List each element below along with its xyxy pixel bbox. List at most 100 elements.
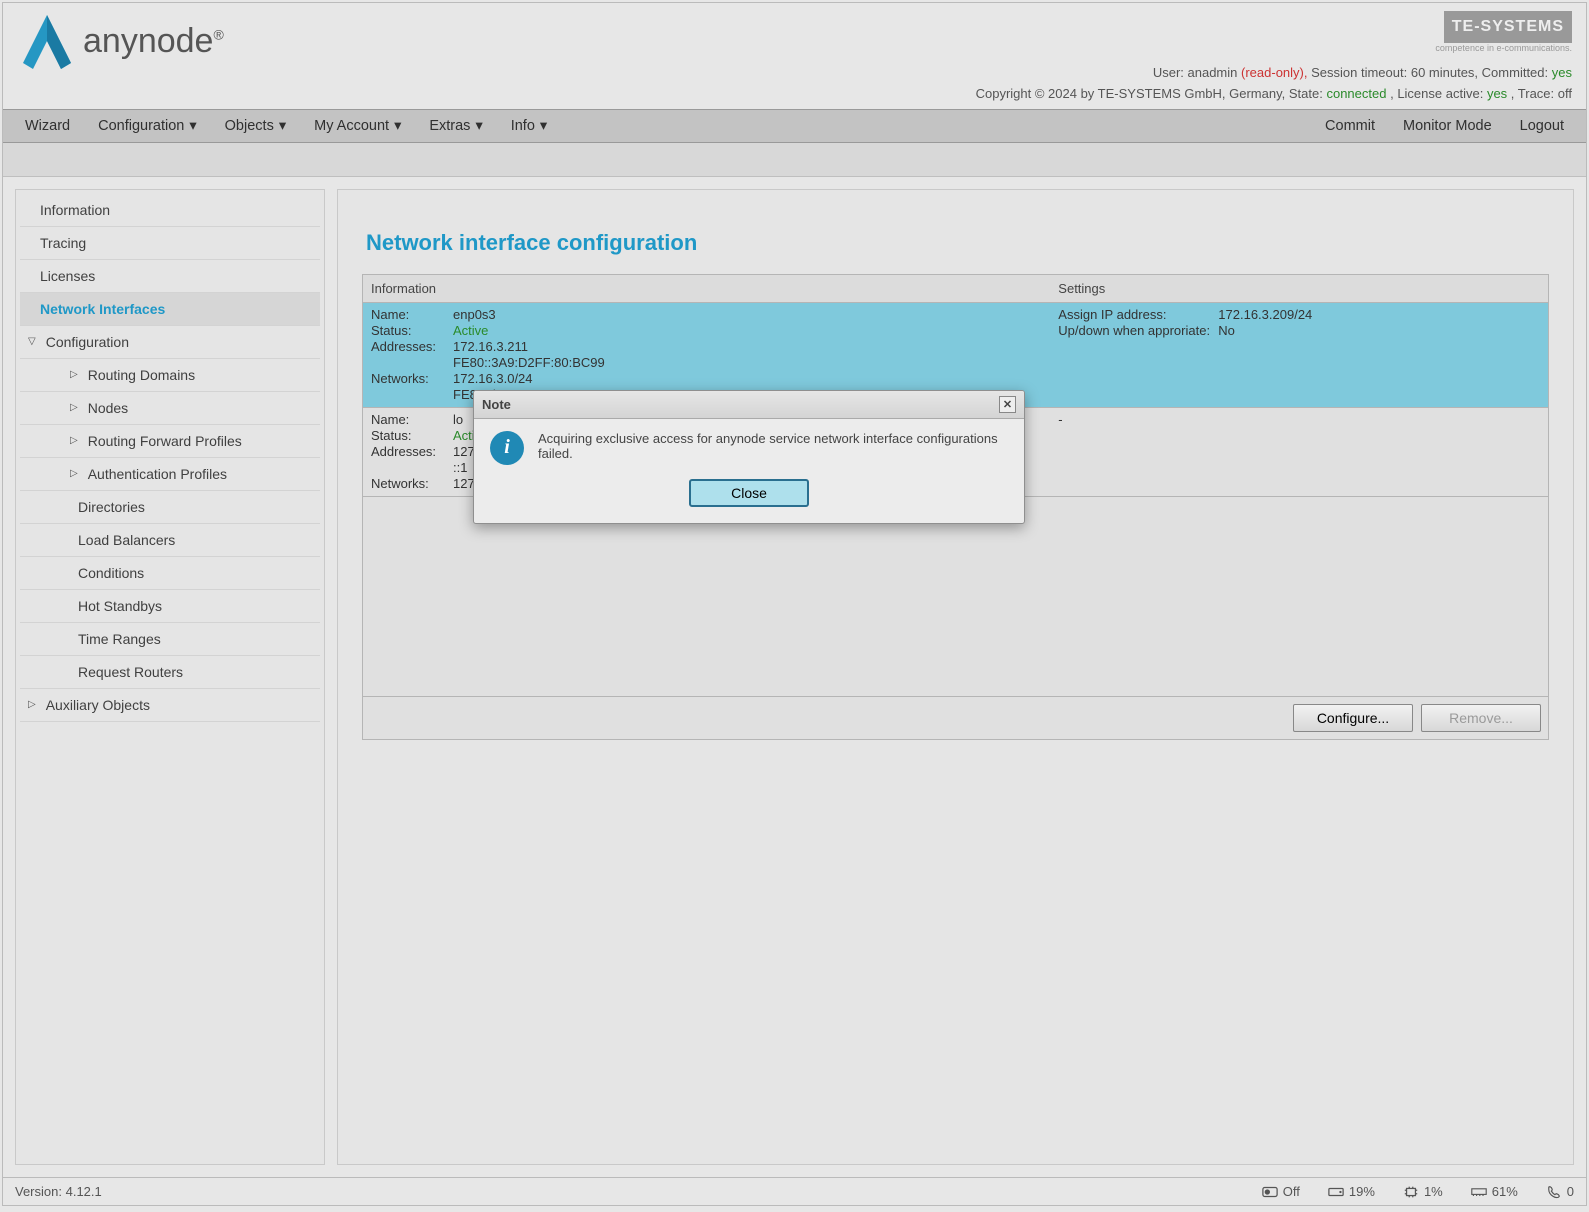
trace-label: , Trace: (1511, 86, 1554, 101)
caret-down-icon: ▾ (189, 118, 196, 134)
cpu-icon (1403, 1185, 1419, 1199)
committed-value: yes (1552, 65, 1572, 80)
remove-button[interactable]: Remove... (1421, 704, 1541, 732)
note-dialog: Note ✕ i Acquiring exclusive access for … (473, 390, 1025, 524)
menu-wizard[interactable]: Wizard (11, 110, 84, 142)
committed-label: Committed: (1482, 65, 1548, 80)
table-empty-area (363, 497, 1548, 697)
sidebar-item-auth-profiles[interactable]: ▷Authentication Profiles (20, 458, 320, 491)
sidebar-item-request-routers[interactable]: Request Routers (20, 656, 320, 689)
sidebar-item-information[interactable]: Information (20, 194, 320, 227)
session-value: 60 minutes, (1411, 65, 1478, 80)
sidebar-item-load-balancers[interactable]: Load Balancers (20, 524, 320, 557)
page-title: Network interface configuration (366, 230, 1549, 256)
menu-extras[interactable]: Extras▾ (415, 110, 496, 142)
triangle-down-icon: ▽ (28, 336, 36, 347)
status-disk: 19% (1328, 1184, 1375, 1199)
content-area: Information Tracing Licenses Network Int… (3, 177, 1586, 1177)
status-cpu: 1% (1403, 1184, 1443, 1199)
sidebar-item-licenses[interactable]: Licenses (20, 260, 320, 293)
menu-monitor[interactable]: Monitor Mode (1389, 110, 1506, 142)
col-header-information: Information (363, 275, 1050, 302)
triangle-right-icon: ▷ (28, 699, 36, 710)
disk-icon (1328, 1185, 1344, 1199)
label-assign: Assign IP address: (1058, 307, 1218, 322)
configure-button[interactable]: Configure... (1293, 704, 1413, 732)
lic-label: , License active: (1390, 86, 1483, 101)
close-button[interactable]: Close (689, 479, 809, 507)
dialog-message: Acquiring exclusive access for anynode s… (538, 431, 1008, 461)
triangle-right-icon: ▷ (70, 468, 78, 479)
menu-objects[interactable]: Objects▾ (211, 110, 300, 142)
logo-area: anynode® (17, 11, 224, 71)
label-updown: Up/down when approriate: (1058, 323, 1218, 338)
status-memory: 61% (1471, 1184, 1518, 1199)
close-icon[interactable]: ✕ (999, 396, 1016, 413)
label-name: Name: (371, 307, 453, 322)
caret-down-icon: ▾ (475, 118, 482, 134)
caret-down-icon: ▾ (279, 118, 286, 134)
sidebar-item-aux-objects[interactable]: ▷Auxiliary Objects (20, 689, 320, 722)
triangle-right-icon: ▷ (70, 402, 78, 413)
value-name: enp0s3 (453, 307, 496, 322)
main-panel: Network interface configuration Informat… (337, 189, 1574, 1165)
status-trace: Off (1262, 1184, 1300, 1199)
lic-value: yes (1487, 86, 1507, 101)
sidebar-item-configuration[interactable]: ▽Configuration (20, 326, 320, 359)
value-address2: FE80::3A9:D2FF:80:BC99 (453, 355, 605, 370)
value-settings-none: - (1058, 412, 1540, 427)
value-assign: 172.16.3.209/24 (1218, 307, 1312, 322)
state-value: connected (1326, 86, 1386, 101)
label-status: Status: (371, 428, 453, 443)
menu-commit[interactable]: Commit (1311, 110, 1389, 142)
label-addresses: Addresses: (371, 444, 453, 459)
user-label: User: (1153, 65, 1184, 80)
label-networks: Networks: (371, 476, 453, 491)
triangle-right-icon: ▷ (70, 435, 78, 446)
value-address1: 172.16.3.211 (453, 339, 528, 354)
value-name: lo (453, 412, 463, 427)
menubar: Wizard Configuration▾ Objects▾ My Accoun… (3, 109, 1586, 143)
sidebar-item-tracing[interactable]: Tracing (20, 227, 320, 260)
caret-down-icon: ▾ (540, 118, 547, 134)
version-label: Version: (15, 1184, 62, 1199)
logo-text: anynode® (83, 22, 224, 61)
value-updown: No (1218, 323, 1235, 338)
value-address2: ::1 (453, 460, 467, 475)
footer: Version: 4.12.1 Off 19% 1% 61% 0 (3, 1177, 1586, 1205)
user-name: anadmin (1188, 65, 1238, 80)
sidebar-item-hot-standbys[interactable]: Hot Standbys (20, 590, 320, 623)
menu-logout[interactable]: Logout (1506, 110, 1578, 142)
brand-name: TE-SYSTEMS (1444, 11, 1572, 43)
sidebar-item-network-interfaces[interactable]: Network Interfaces (20, 293, 320, 326)
brand-tag: competence in e-communications. (976, 41, 1572, 55)
value-status: Active (453, 323, 488, 338)
sidebar-item-conditions[interactable]: Conditions (20, 557, 320, 590)
sidebar-item-routing-forward-profiles[interactable]: ▷Routing Forward Profiles (20, 425, 320, 458)
logo-icon (17, 11, 77, 71)
app-frame: anynode® TE-SYSTEMS competence in e-comm… (2, 2, 1587, 1206)
caret-down-icon: ▾ (394, 118, 401, 134)
readonly-badge: (read-only), (1241, 65, 1307, 80)
menu-info[interactable]: Info▾ (497, 110, 561, 142)
session-label: Session timeout: (1311, 65, 1407, 80)
label-name: Name: (371, 412, 453, 427)
sidebar-item-time-ranges[interactable]: Time Ranges (20, 623, 320, 656)
phone-icon (1546, 1185, 1562, 1199)
status-calls: 0 (1546, 1184, 1574, 1199)
version-value: 4.12.1 (66, 1184, 102, 1199)
memory-icon (1471, 1185, 1487, 1199)
sidebar-item-directories[interactable]: Directories (20, 491, 320, 524)
header-right: TE-SYSTEMS competence in e-communication… (976, 11, 1572, 105)
sidebar: Information Tracing Licenses Network Int… (15, 189, 325, 1165)
menu-myaccount[interactable]: My Account▾ (300, 110, 415, 142)
label-addresses: Addresses: (371, 339, 453, 354)
trace-value: off (1558, 86, 1572, 101)
label-status: Status: (371, 323, 453, 338)
sidebar-item-nodes[interactable]: ▷Nodes (20, 392, 320, 425)
copyright: Copyright © 2024 by TE-SYSTEMS GmbH, Ger… (976, 86, 1286, 101)
sidebar-item-routing-domains[interactable]: ▷Routing Domains (20, 359, 320, 392)
record-icon (1262, 1185, 1278, 1199)
state-label: State: (1289, 86, 1323, 101)
menu-configuration[interactable]: Configuration▾ (84, 110, 211, 142)
